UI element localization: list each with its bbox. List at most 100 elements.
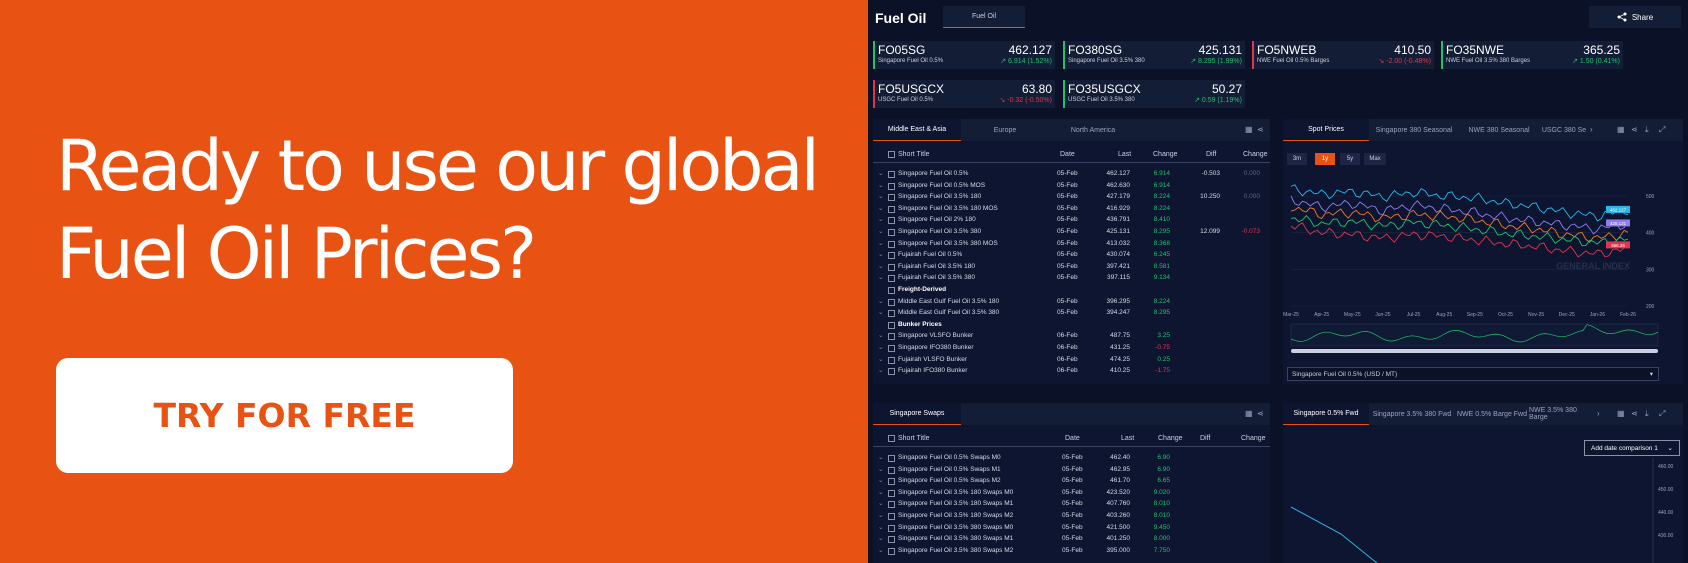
range-max-button[interactable]: Max <box>1364 153 1386 165</box>
expand-chevron-icon[interactable]: ⌄ <box>878 169 883 177</box>
group-row[interactable]: Freight-Derived <box>873 285 1270 296</box>
row-checkbox[interactable] <box>888 240 895 248</box>
select-all-checkbox[interactable] <box>888 435 895 442</box>
row-checkbox[interactable] <box>888 310 895 318</box>
expand-chevron-icon[interactable]: ⌄ <box>878 343 883 351</box>
tab-nwe-05-barge-fwd[interactable]: NWE 0.5% Barge Fwd <box>1455 403 1529 425</box>
row-checkbox[interactable] <box>888 345 895 352</box>
ticker-card[interactable]: FO05SG 462.127 Singapore Fuel Oil 0.5% ↗ 6.… <box>873 41 1055 69</box>
tab-nwe-380-seasonal[interactable]: NWE 380 Seasonal <box>1459 119 1539 141</box>
series-select[interactable]: Singapore Fuel Oil 0.5% (USD / MT) ▾ <box>1287 367 1659 381</box>
table-row[interactable]: ⌄ Singapore Fuel Oil 3.5% 380 Swaps M1 05-… <box>873 534 1270 545</box>
row-checkbox[interactable] <box>888 298 895 306</box>
share-icon[interactable]: ⋖ <box>1631 409 1638 418</box>
table-row[interactable]: ⌄ Singapore Fuel Oil 3.5% 180 Swaps M1 05-… <box>873 499 1270 510</box>
expand-chevron-icon[interactable]: ⌄ <box>878 250 883 258</box>
ticker-card[interactable]: FO35NWE 365.25 NWE Fuel Oil 3.5% 380 Barge… <box>1441 41 1623 69</box>
table-row[interactable]: ⌄ Singapore Fuel Oil 3.5% 380 Swaps M2 05-… <box>873 546 1270 557</box>
expand-icon[interactable]: ⤢ <box>1659 125 1665 135</box>
chevron-right-icon[interactable]: › <box>1597 409 1600 418</box>
table-row[interactable]: ⌄ Singapore Fuel Oil 0.5% Swaps M2 05-Feb 4… <box>873 476 1270 487</box>
row-checkbox[interactable] <box>888 356 895 364</box>
row-checkbox[interactable] <box>888 182 895 190</box>
expand-chevron-icon[interactable]: ⌄ <box>878 273 883 281</box>
row-checkbox[interactable] <box>888 536 895 544</box>
row-checkbox[interactable] <box>888 252 895 260</box>
expand-chevron-icon[interactable]: ⌄ <box>878 331 883 339</box>
table-row[interactable]: ⌄ Singapore Fuel Oil 0.5% Swaps M0 05-Feb 4… <box>873 453 1270 464</box>
table-row[interactable]: ⌄ Fujairah Fuel Oil 3.5% 180 05-Feb 397.421… <box>873 262 1270 273</box>
expand-icon[interactable]: ⤢ <box>1659 409 1665 419</box>
table-row[interactable]: ⌄ Fujairah IFO380 Bunker 06-Feb 410.25 -1.75 <box>873 366 1270 377</box>
table-row[interactable]: ⌄ Singapore Fuel Oil 2% 180 05-Feb 436.791 8… <box>873 215 1270 226</box>
table-row[interactable]: ⌄ Singapore Fuel Oil 3.5% 180 05-Feb 427.17… <box>873 192 1270 203</box>
table-row[interactable]: ⌄ Singapore Fuel Oil 3.5% 180 Swaps M0 05-… <box>873 488 1270 499</box>
calendar-icon[interactable]: ▦ <box>1245 125 1253 134</box>
tab-fuel-oil[interactable]: Fuel Oil <box>943 6 1025 28</box>
expand-chevron-icon[interactable]: ⌄ <box>878 192 883 200</box>
expand-chevron-icon[interactable]: ⌄ <box>878 227 883 235</box>
calendar-icon[interactable]: ▦ <box>1245 409 1253 418</box>
tab-singapore-05-fwd[interactable]: Singapore 0.5% Fwd <box>1283 403 1369 425</box>
table-row[interactable]: ⌄ Middle East Gulf Fuel Oil 3.5% 380 05-Fe… <box>873 308 1270 319</box>
table-row[interactable]: ⌄ Singapore Fuel Oil 0.5% MOS 05-Feb 462.63… <box>873 181 1270 192</box>
table-row[interactable]: ⌄ Singapore Fuel Oil 3.5% 180 MOS 05-Feb 41… <box>873 204 1270 215</box>
tab-middle-east-asia[interactable]: Middle East & Asia <box>873 119 961 141</box>
row-checkbox[interactable] <box>888 455 895 462</box>
download-icon[interactable]: ⤓ <box>1645 409 1649 419</box>
expand-chevron-icon[interactable]: ⌄ <box>878 366 883 374</box>
row-checkbox[interactable] <box>888 287 895 294</box>
expand-chevron-icon[interactable]: ⌄ <box>878 465 883 473</box>
table-row[interactable]: ⌄ Singapore Fuel Oil 0.5% Swaps M1 05-Feb 4… <box>873 465 1270 476</box>
table-row[interactable]: ⌄ Singapore VLSFO Bunker 06-Feb 487.75 3.25 <box>873 331 1270 342</box>
row-checkbox[interactable] <box>888 489 895 497</box>
add-date-comparison-button[interactable]: Add date comparison 1 ⌄ <box>1584 440 1680 456</box>
download-icon[interactable]: ⤓ <box>1645 125 1649 135</box>
table-row[interactable]: ⌄ Fujairah Fuel Oil 0.5% 05-Feb 430.074 6.24… <box>873 250 1270 261</box>
row-checkbox[interactable] <box>888 547 895 555</box>
table-row[interactable]: ⌄ Singapore Fuel Oil 0.5% 05-Feb 462.127 6.9… <box>873 169 1270 180</box>
row-checkbox[interactable] <box>888 275 895 283</box>
calendar-icon[interactable]: ▦ <box>1617 409 1625 418</box>
expand-chevron-icon[interactable]: ⌄ <box>878 523 883 531</box>
ticker-card[interactable]: FO35USGCX 50.27 USGC Fuel Oil 3.5% 380 ↗ 0.… <box>1063 80 1245 108</box>
chevron-right-icon[interactable]: › <box>1590 125 1593 134</box>
share-icon[interactable]: ⋖ <box>1257 409 1264 418</box>
expand-chevron-icon[interactable]: ⌄ <box>878 488 883 496</box>
calendar-icon[interactable]: ▦ <box>1617 125 1625 134</box>
group-row[interactable]: Bunker Prices <box>873 320 1270 331</box>
row-checkbox[interactable] <box>888 171 895 178</box>
table-row[interactable]: ⌄ Singapore Fuel Oil 3.5% 380 MOS 05-Feb 41… <box>873 239 1270 250</box>
ticker-card[interactable]: FO5USGCX 63.80 USGC Fuel Oil 0.5% ↘ -0.32 (… <box>873 80 1055 108</box>
row-checkbox[interactable] <box>888 333 895 341</box>
try-for-free-button[interactable]: TRY FOR FREE <box>56 358 513 473</box>
row-checkbox[interactable] <box>888 524 895 532</box>
table-row[interactable]: ⌄ Singapore IFO380 Bunker 06-Feb 431.25 -0.7… <box>873 343 1270 354</box>
row-checkbox[interactable] <box>888 513 895 520</box>
tab-singapore-swaps[interactable]: Singapore Swaps <box>873 403 961 425</box>
expand-chevron-icon[interactable]: ⌄ <box>878 297 883 305</box>
expand-chevron-icon[interactable]: ⌄ <box>878 511 883 519</box>
expand-chevron-icon[interactable]: ⌄ <box>878 308 883 316</box>
expand-chevron-icon[interactable]: ⌄ <box>878 262 883 270</box>
expand-chevron-icon[interactable]: ⌄ <box>878 499 883 507</box>
row-checkbox[interactable] <box>888 263 895 271</box>
range-3m-button[interactable]: 3m <box>1287 153 1307 165</box>
expand-chevron-icon[interactable]: ⌄ <box>878 534 883 542</box>
row-checkbox[interactable] <box>888 478 895 486</box>
share-icon[interactable]: ⋖ <box>1631 125 1638 134</box>
range-1y-button[interactable]: 1y <box>1315 153 1335 165</box>
ticker-card[interactable]: FO5NWEB 410.50 NWE Fuel Oil 0.5% Barges ↘ -… <box>1252 41 1434 69</box>
row-checkbox[interactable] <box>888 229 895 236</box>
share-icon[interactable]: ⋖ <box>1257 125 1264 134</box>
expand-chevron-icon[interactable]: ⌄ <box>878 239 883 247</box>
expand-chevron-icon[interactable]: ⌄ <box>878 181 883 189</box>
ticker-card[interactable]: FO380SG 425.131 Singapore Fuel Oil 3.5% 38… <box>1063 41 1245 69</box>
row-checkbox[interactable] <box>888 501 895 509</box>
expand-chevron-icon[interactable]: ⌄ <box>878 476 883 484</box>
tab-singapore-380-seasonal[interactable]: Singapore 380 Seasonal <box>1369 119 1459 141</box>
expand-chevron-icon[interactable]: ⌄ <box>878 453 883 461</box>
table-row[interactable]: ⌄ Fujairah VLSFO Bunker 06-Feb 474.25 0.25 <box>873 355 1270 366</box>
row-checkbox[interactable] <box>888 368 895 376</box>
table-row[interactable]: ⌄ Singapore Fuel Oil 3.5% 380 05-Feb 425.13… <box>873 227 1270 238</box>
